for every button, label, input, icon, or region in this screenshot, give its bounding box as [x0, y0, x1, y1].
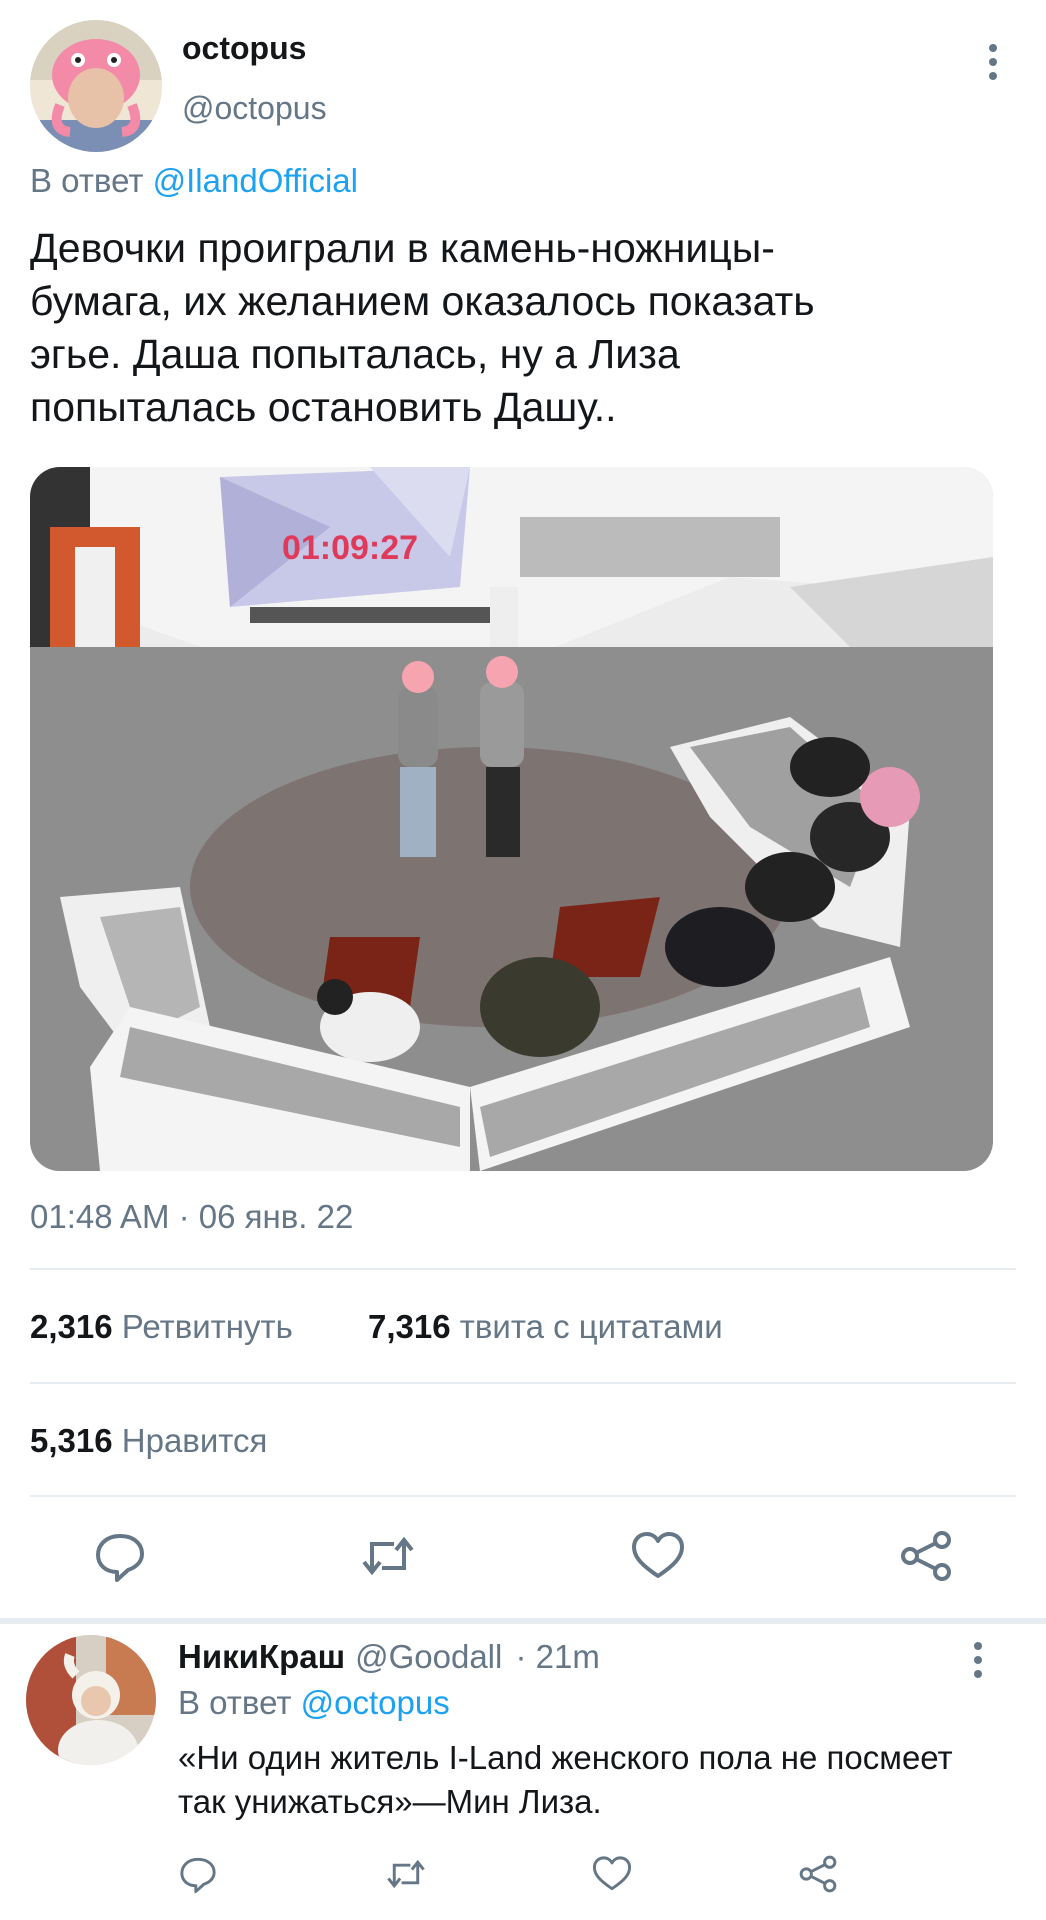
reply-retweet-icon[interactable] [384, 1852, 428, 1896]
reply-mention-link[interactable]: @IlandOfficial [153, 162, 358, 199]
reply-text: «Ни один житель I-Land женского пола не … [178, 1739, 953, 1820]
reply-like-icon[interactable] [590, 1852, 634, 1896]
retweet-icon[interactable] [358, 1526, 418, 1586]
likes-count: 5,316 [30, 1422, 113, 1459]
section-separator [0, 1618, 1046, 1624]
reply-author[interactable]: НикиКраш @Goodall · 21m [178, 1638, 600, 1676]
quotes-label: твита с цитатами [459, 1308, 723, 1345]
tweet-media[interactable]: 01:09:27 [30, 467, 993, 1171]
reply-reply-context: В ответ @octopus [178, 1684, 450, 1722]
reply-reply-icon[interactable] [176, 1852, 220, 1896]
divider [30, 1382, 1016, 1384]
retweets-stat[interactable]: 2,316 Ретвитнуть [30, 1308, 293, 1346]
author-name[interactable]: octopus [182, 30, 306, 67]
reply-share-icon[interactable] [796, 1852, 840, 1896]
divider [30, 1495, 1016, 1497]
reply-context: В ответ @IlandOfficial [30, 162, 358, 200]
reply-reply-mention-link[interactable]: @octopus [301, 1684, 450, 1721]
reply-more-options-icon[interactable] [963, 1638, 993, 1682]
reply-author-name: НикиКраш [178, 1638, 346, 1675]
reply-prefix: В ответ [30, 162, 144, 199]
like-icon[interactable] [628, 1526, 688, 1586]
reply-author-avatar[interactable] [26, 1635, 156, 1765]
likes-label: Нравится [121, 1422, 268, 1459]
retweets-count: 2,316 [30, 1308, 113, 1345]
divider [30, 1268, 1016, 1270]
share-icon[interactable] [896, 1526, 956, 1586]
media-timer: 01:09:27 [282, 529, 418, 567]
author-handle[interactable]: @octopus [182, 90, 327, 127]
more-options-icon[interactable] [978, 40, 1008, 84]
tweet-text: Девочки проиграли в камень-ножницы- бума… [30, 225, 815, 430]
author-avatar[interactable] [30, 20, 162, 152]
likes-stat[interactable]: 5,316 Нравится [30, 1422, 267, 1460]
quotes-stat[interactable]: 7,316 твита с цитатами [368, 1308, 723, 1346]
reply-author-handle: @Goodall [355, 1638, 503, 1675]
reply-reply-prefix: В ответ [178, 1684, 292, 1721]
quotes-count: 7,316 [368, 1308, 451, 1345]
reply-time: · 21m [515, 1638, 600, 1675]
retweets-label: Ретвитнуть [121, 1308, 293, 1345]
reply-icon[interactable] [90, 1526, 150, 1586]
tweet-timestamp: 01:48 AM · 06 янв. 22 [30, 1198, 354, 1235]
